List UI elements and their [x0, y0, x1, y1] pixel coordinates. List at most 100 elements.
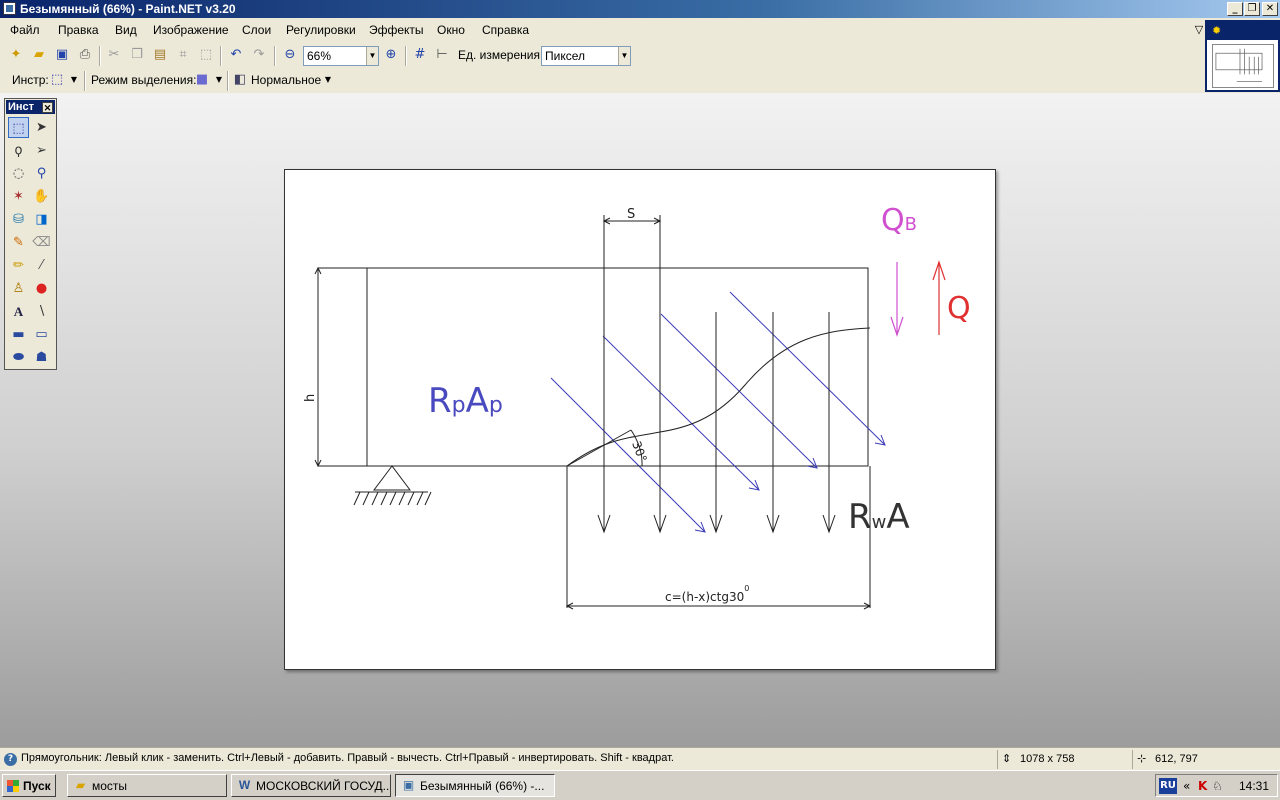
restore-button[interactable]: ❐: [1244, 2, 1260, 16]
taskbar: Пуск ▰ мосты W МОСКОВСКИЙ ГОСУД... ▣ Без…: [0, 770, 1280, 800]
diagonal-arrows: [550, 291, 886, 533]
paint-bucket-icon[interactable]: ⛁: [8, 209, 29, 230]
menu-image[interactable]: Изображение: [153, 23, 229, 37]
rectangle-tool-icon[interactable]: ▬: [8, 324, 29, 345]
rounded-rectangle-icon[interactable]: ▭: [31, 324, 52, 345]
chevron-left-icon[interactable]: «: [1183, 778, 1190, 794]
clock: 14:31: [1238, 779, 1269, 793]
clone-stamp-icon[interactable]: ♙: [8, 278, 29, 299]
blend-mode-icon[interactable]: ◧: [232, 72, 248, 88]
status-bar: ? Прямоугольник: Левый клик - заменить. …: [0, 747, 1280, 770]
chevron-down-icon[interactable]: ▼: [211, 72, 227, 88]
chevron-down-icon[interactable]: ▼: [618, 47, 630, 65]
folder-icon: ▰: [75, 778, 86, 792]
sun-icon: ✹: [1212, 24, 1222, 37]
system-tray: RU « K ♘ 14:31: [1155, 774, 1278, 797]
save-icon[interactable]: ▣: [54, 47, 70, 63]
blend-mode-value[interactable]: Нормальное: [251, 73, 321, 87]
pan-hand-icon[interactable]: ✋: [31, 186, 52, 207]
menu-effects[interactable]: Эффекты: [369, 23, 424, 37]
freeform-shape-icon[interactable]: ☗: [31, 347, 52, 368]
selection-mode-icon[interactable]: ■: [194, 72, 210, 88]
copy-icon[interactable]: ❐: [129, 47, 145, 63]
cut-icon[interactable]: ✂: [106, 47, 122, 63]
paste-icon[interactable]: ▤: [152, 47, 168, 63]
units-select[interactable]: Пиксел ▼: [541, 46, 631, 66]
main-toolbar: ✦ ▰ ▣ ⎙ ✂ ❐ ▤ ⌗ ⬚ ↶ ↷ ⊖ 66% ▼ ⊕ # ⊢ Ед. …: [0, 42, 635, 69]
recolor-icon[interactable]: ●: [31, 278, 52, 299]
redo-icon[interactable]: ↷: [251, 47, 267, 63]
paintnet-icon: [3, 2, 16, 15]
angle-label: 30°: [629, 439, 649, 464]
zoom-in-icon[interactable]: ⊕: [383, 47, 399, 63]
taskbar-item-word[interactable]: W МОСКОВСКИЙ ГОСУД...: [231, 774, 391, 797]
zoom-value: 66%: [307, 49, 332, 63]
selection-mode-label: Режим выделения:: [91, 73, 197, 87]
taskbar-item-folder[interactable]: ▰ мосты: [67, 774, 227, 797]
undo-icon[interactable]: ↶: [228, 47, 244, 63]
ellipse-select-icon[interactable]: ◌: [8, 163, 29, 184]
menu-layers[interactable]: Слои: [242, 23, 271, 37]
rectangle-select-icon[interactable]: ⬚: [49, 72, 65, 88]
new-file-icon[interactable]: ✦: [8, 47, 24, 63]
gradient-icon[interactable]: ◨: [31, 209, 52, 230]
close-icon[interactable]: ✕: [42, 102, 53, 113]
magic-wand-icon[interactable]: ✶: [8, 186, 29, 207]
menu-window[interactable]: Окно: [437, 23, 465, 37]
image-thumbnail-panel[interactable]: ✹: [1205, 20, 1280, 92]
zoom-tool-icon[interactable]: ⚲: [31, 163, 52, 184]
drawing-svg: h RpAp S 30° c=(h-x)ctg300 RwA QВ Q: [303, 203, 971, 610]
paintnet-icon: ▣: [402, 778, 415, 792]
help-icon: ?: [4, 753, 17, 766]
lasso-select-icon[interactable]: ϙ: [8, 140, 29, 161]
image-size-value: 1078 x 758: [1020, 753, 1075, 765]
close-button[interactable]: ✕: [1262, 2, 1278, 16]
language-indicator[interactable]: RU: [1159, 778, 1177, 794]
chevron-down-icon[interactable]: ▼: [320, 72, 336, 88]
eraser-icon[interactable]: ⌫: [31, 232, 52, 253]
pencil-icon[interactable]: ✏: [8, 255, 29, 276]
menu-file[interactable]: Файл: [10, 23, 40, 37]
chevron-down-icon[interactable]: ▼: [366, 47, 378, 65]
open-file-icon[interactable]: ▰: [31, 47, 47, 63]
rectangle-select-tool-icon[interactable]: ⬚: [8, 117, 29, 138]
toolbar-separator: [220, 46, 222, 66]
ellipse-tool-icon[interactable]: ⬬: [8, 347, 29, 368]
paintbrush-icon[interactable]: ✎: [8, 232, 29, 253]
rulers-icon[interactable]: ⊢: [434, 47, 450, 63]
image-canvas[interactable]: h RpAp S 30° c=(h-x)ctg300 RwA QВ Q: [284, 169, 996, 670]
zoom-combo[interactable]: 66% ▼: [303, 46, 379, 66]
start-button[interactable]: Пуск: [2, 774, 56, 797]
cursor-position-icon: ⊹: [1137, 753, 1147, 765]
zoom-out-icon[interactable]: ⊖: [282, 47, 298, 63]
image-size-icon: ⇕: [1002, 753, 1012, 765]
toolbar-separator: [405, 46, 407, 66]
menu-adjustments[interactable]: Регулировки: [286, 23, 356, 37]
text-tool-icon[interactable]: A: [8, 301, 29, 322]
cursor-position-value: 612, 797: [1155, 753, 1198, 765]
thumbnail-preview[interactable]: [1212, 44, 1274, 88]
tool-label: Инстр:: [12, 73, 49, 87]
color-picker-icon[interactable]: ⁄: [31, 255, 52, 276]
print-icon[interactable]: ⎙: [77, 47, 93, 63]
tools-window: Инст ✕ ⬚ ➤ ϙ ➢ ◌ ⚲ ✶ ✋ ⛁ ◨ ✎ ⌫ ✏ ⁄ ♙ ● A…: [4, 98, 57, 370]
rwa-label: RwA: [848, 497, 910, 537]
move-selected-pixels-icon[interactable]: ➤: [31, 117, 52, 138]
mouse-icon[interactable]: ♘: [1212, 778, 1223, 794]
grid-icon[interactable]: #: [412, 47, 428, 63]
support-triangle: [373, 465, 411, 491]
crop-icon[interactable]: ⌗: [175, 47, 191, 63]
menu-help[interactable]: Справка: [482, 23, 529, 37]
menu-view[interactable]: Вид: [115, 23, 137, 37]
h-label: h: [303, 394, 318, 402]
deselect-icon[interactable]: ⬚: [198, 47, 214, 63]
line-curve-icon[interactable]: ∖: [31, 301, 52, 322]
antivirus-icon[interactable]: K: [1198, 778, 1207, 794]
minimize-button[interactable]: _: [1227, 2, 1243, 16]
word-icon: W: [238, 778, 251, 792]
taskbar-item-paintnet[interactable]: ▣ Безымянный (66%) -...: [395, 774, 555, 797]
move-selection-icon[interactable]: ➢: [31, 140, 52, 161]
chevron-down-icon[interactable]: ▼: [66, 72, 82, 88]
tools-window-title: Инст ✕: [6, 100, 55, 114]
menu-edit[interactable]: Правка: [58, 23, 99, 37]
